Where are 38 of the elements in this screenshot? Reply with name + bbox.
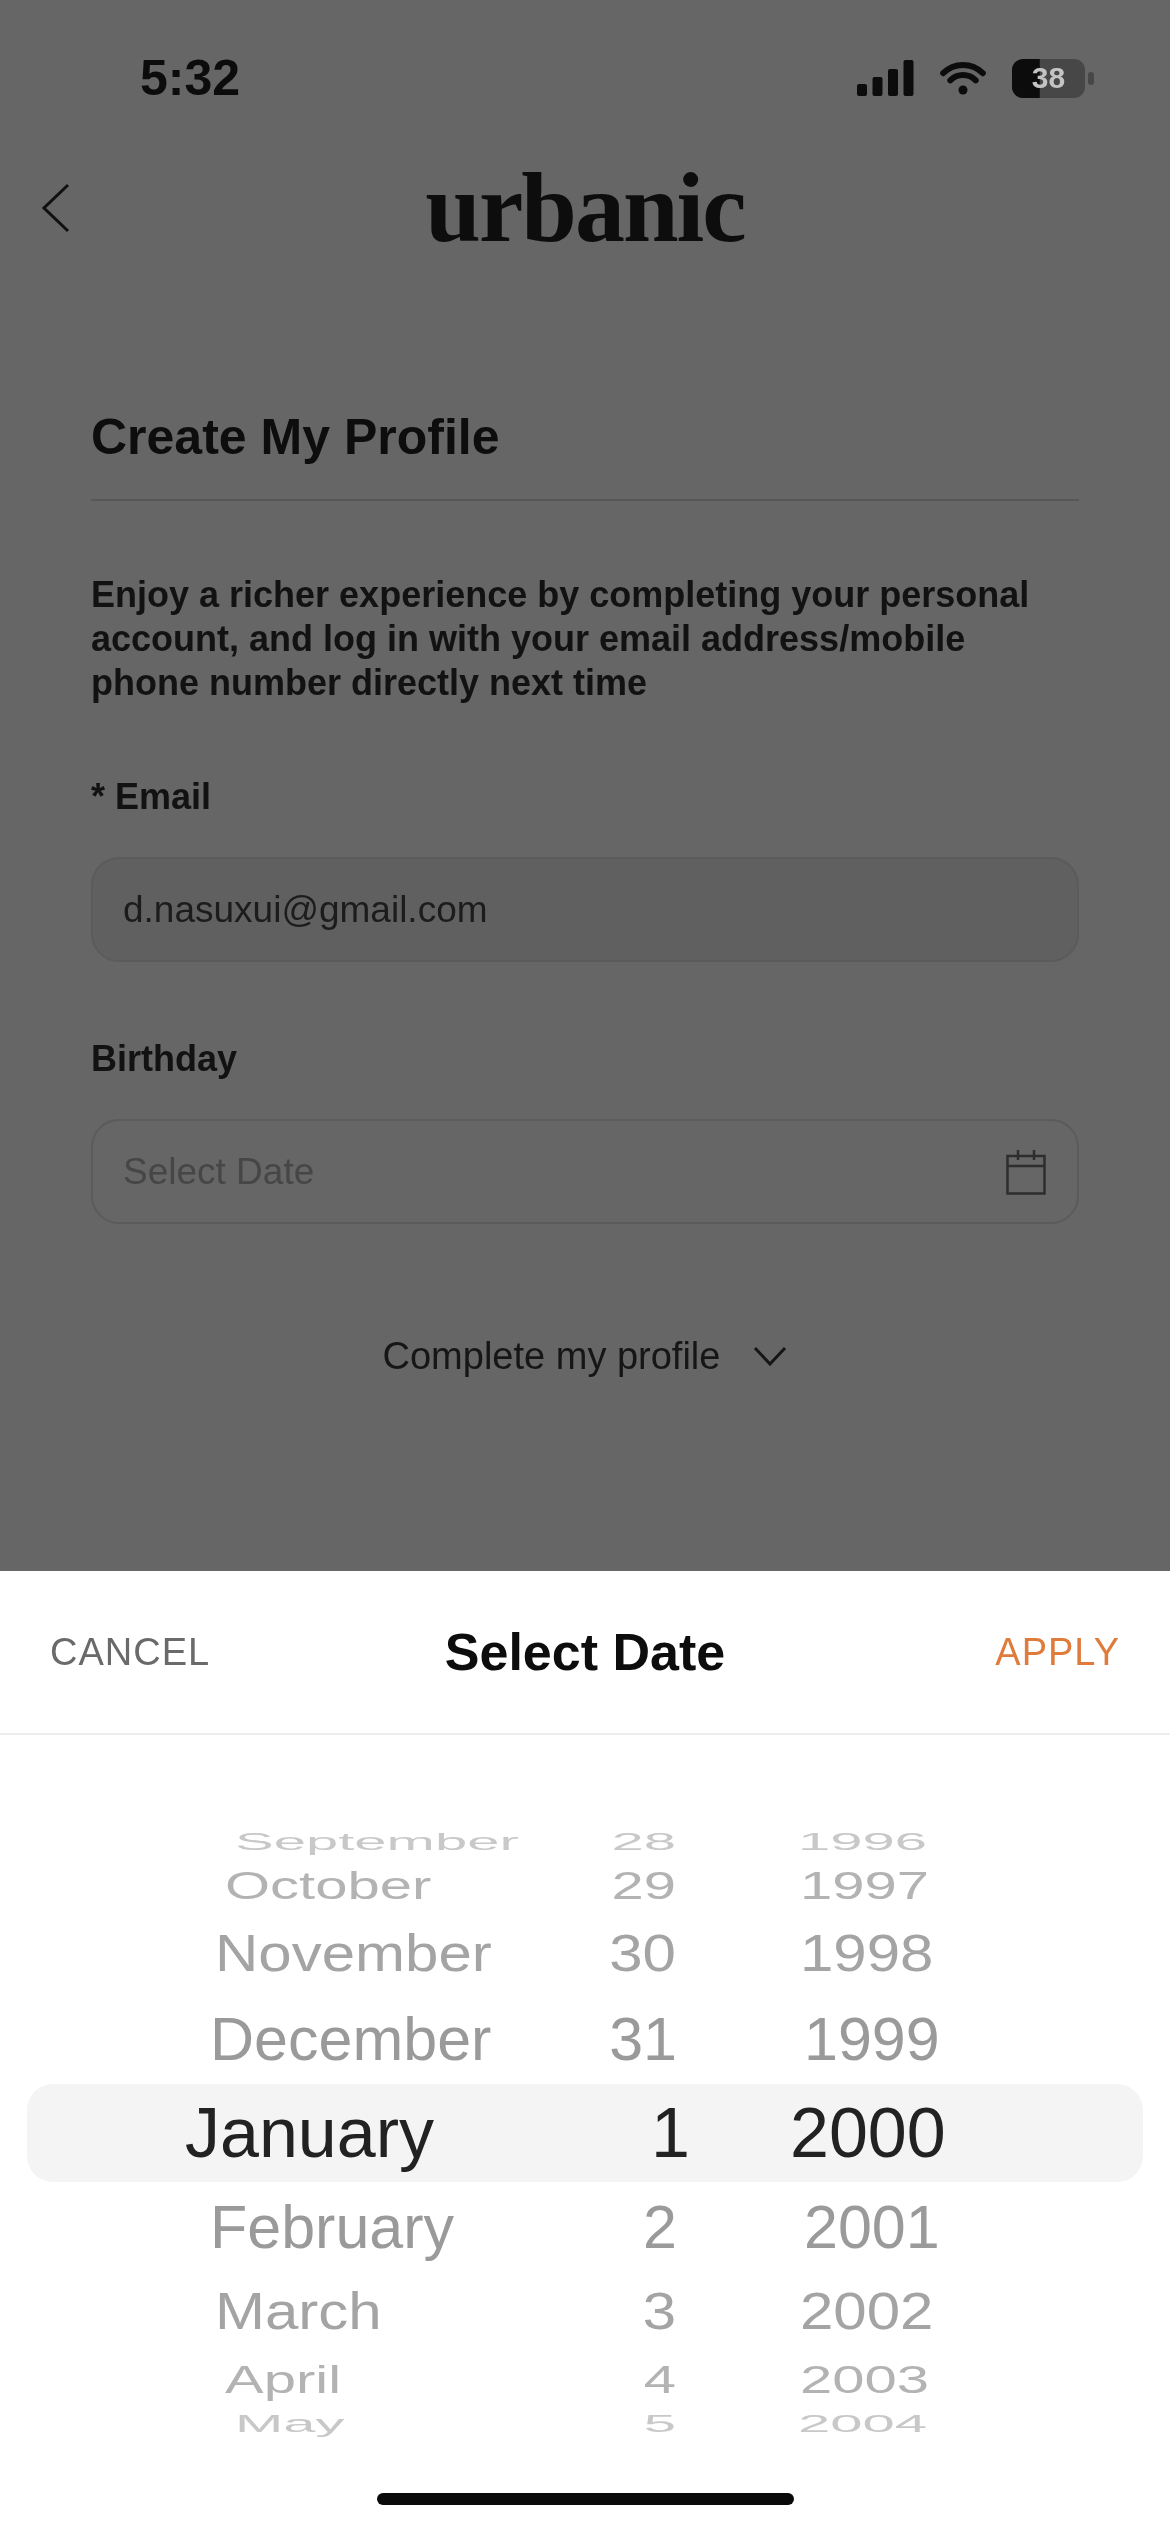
month-option[interactable]: December bbox=[210, 2008, 492, 2070]
month-option[interactable]: March bbox=[215, 2285, 382, 2339]
signal-icon bbox=[857, 60, 914, 96]
calendar-icon bbox=[1006, 1149, 1046, 1195]
month-option[interactable]: April bbox=[225, 2360, 342, 2400]
month-option[interactable]: November bbox=[215, 1927, 492, 1981]
day-option[interactable]: 30 bbox=[609, 1927, 676, 1981]
brand-logo: urbanic bbox=[425, 158, 745, 258]
day-option[interactable]: 4 bbox=[643, 2360, 676, 2400]
back-chevron-icon bbox=[42, 183, 70, 233]
wifi-icon bbox=[938, 60, 988, 96]
intro-paragraph: Enjoy a richer experience by completing your personal account, and log in with your email address/mobile phone number directly next time bbox=[91, 573, 1031, 705]
email-field[interactable]: d.nasuxui@gmail.com bbox=[91, 857, 1079, 962]
chevron-down-icon bbox=[753, 1346, 788, 1366]
year-option[interactable]: 1997 bbox=[800, 1866, 930, 1906]
battery-percentage: 38 bbox=[1031, 63, 1066, 93]
page-title: Create My Profile bbox=[91, 411, 501, 463]
day-option[interactable]: 29 bbox=[611, 1866, 676, 1906]
apply-button[interactable]: APPLY bbox=[995, 1633, 1120, 1671]
year-option[interactable]: 2002 bbox=[800, 2285, 934, 2339]
field-label: Birthday bbox=[91, 1037, 239, 1081]
month-option[interactable]: October bbox=[225, 1866, 432, 1906]
day-option[interactable]: 31 bbox=[609, 2008, 677, 2070]
sheet-title: Select Date bbox=[444, 1626, 726, 1678]
year-option[interactable]: 1999 bbox=[804, 2008, 940, 2070]
status-time: 5:32 bbox=[140, 53, 241, 103]
complete-profile-toggle[interactable]: Complete my profile bbox=[382, 1334, 788, 1378]
day-option[interactable]: 2 bbox=[643, 2196, 677, 2258]
year-option[interactable]: 1998 bbox=[800, 1927, 934, 1981]
year-option[interactable]: 2003 bbox=[800, 2360, 930, 2400]
day-option[interactable]: 3 bbox=[642, 2285, 676, 2339]
back-button[interactable] bbox=[42, 183, 70, 233]
battery-icon bbox=[1012, 58, 1094, 98]
year-option[interactable]: 2000 bbox=[790, 2098, 946, 2168]
day-option[interactable]: 1 bbox=[651, 2098, 690, 2168]
year-option[interactable]: 2001 bbox=[804, 2196, 940, 2258]
cancel-button[interactable]: CANCEL bbox=[50, 1633, 211, 1671]
field-label: * Email bbox=[91, 775, 213, 819]
